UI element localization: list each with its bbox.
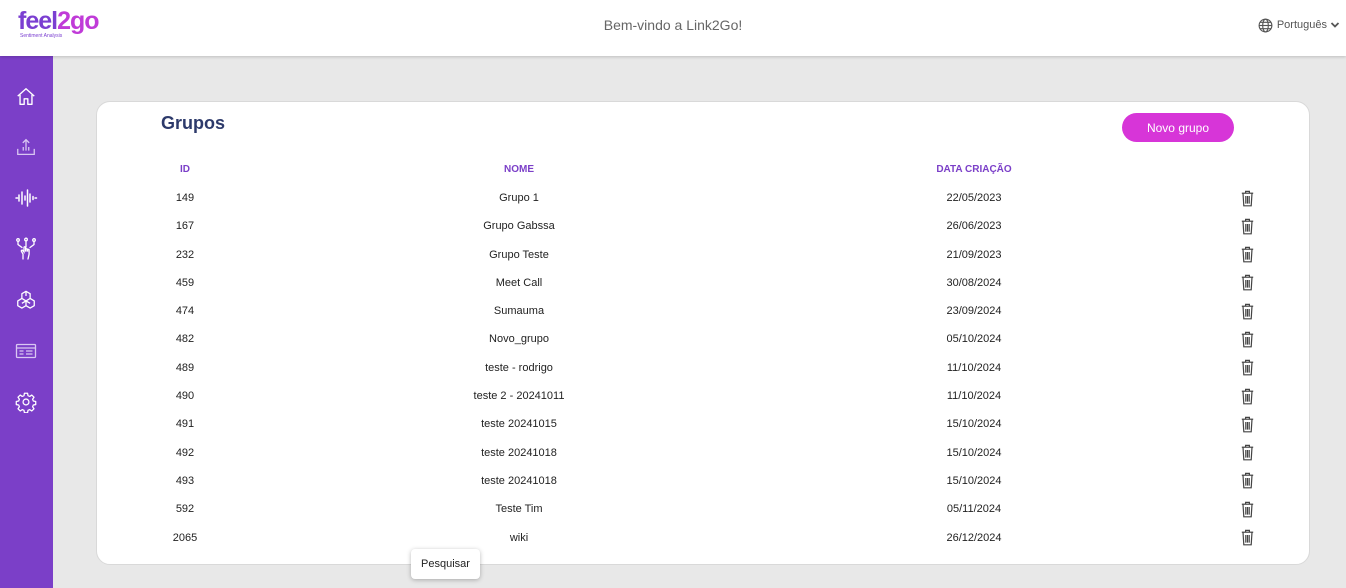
logo-accent: 2go [57,7,99,35]
ai-knot-icon [15,289,37,311]
cell-name: teste 2 - 20241011 [473,390,565,403]
cell-name: Grupo Gabssa [483,220,555,233]
column-header-name[interactable]: NOME [419,164,619,176]
cell-name: Grupo 1 [499,192,539,204]
globe-icon [1258,18,1273,33]
audio-wave-icon [14,187,38,209]
welcome-message: Bem-vindo a Link2Go! [603,17,743,33]
trash-icon[interactable] [1239,387,1255,405]
sidebar-item-audio[interactable] [13,185,39,211]
table-row: 2065 wiki 26/12/2024 [97,524,1309,552]
new-group-button[interactable]: Novo grupo [1122,113,1234,142]
trash-icon[interactable] [1239,444,1255,462]
sidebar-item-hand-network[interactable] [13,236,39,262]
sidebar-item-ai[interactable] [13,287,39,313]
trash-icon[interactable] [1239,246,1255,264]
cell-id: 489 [175,361,195,374]
cell-date: 15/10/2024 [946,418,1002,431]
cell-id: 2065 [172,531,198,544]
cell-name: teste 20241018 [481,474,557,487]
cell-id: 492 [175,446,195,459]
table-row: 149 Grupo 1 22/05/2023 [97,184,1309,212]
table-row: 493 teste 20241018 15/10/2024 [97,467,1309,495]
trash-icon[interactable] [1239,359,1255,377]
language-label: Português [1276,19,1327,31]
home-icon [15,86,37,108]
trash-icon[interactable] [1239,415,1255,433]
cell-id: 232 [175,248,195,261]
cell-id: 490 [175,390,195,403]
sidebar-item-upload[interactable] [13,134,39,160]
cell-name: Meet Call [495,276,543,289]
cell-name: teste 20241015 [481,418,557,431]
cell-id: 459 [175,276,195,289]
table-row: 167 Grupo Gabssa 26/06/2023 [97,212,1309,240]
page-title: Grupos [161,113,226,133]
cell-name: wiki [509,531,529,544]
groups-card: Grupos Novo grupo ID NOME DATA CRIAÇÃO 1… [96,101,1310,565]
cell-id: 474 [175,305,195,318]
cell-id: 167 [175,220,195,233]
feel2go-logo[interactable]: feel2go Sentiment Analysis [18,6,100,46]
table-row: 489 teste - rodrigo 11/10/2024 [97,354,1309,382]
table-row: 592 Teste Tim 05/11/2024 [97,495,1309,523]
hand-network-icon [15,237,37,261]
top-bar: feel2go Sentiment Analysis Bem-vindo a L… [0,0,1346,56]
cell-name: Grupo Teste [489,248,549,261]
cell-id: 482 [175,333,195,346]
chevron-down-icon [1330,20,1340,30]
cell-id: 493 [175,474,195,487]
table-row: 232 Grupo Teste 21/09/2023 [97,241,1309,269]
table-row: 474 Sumauma 23/09/2024 [97,297,1309,325]
gear-icon [15,391,37,413]
cell-date: 05/10/2024 [946,333,1002,346]
groups-table-body: 149 Grupo 1 22/05/2023 167 Grupo Gabssa 26/06… [97,184,1309,552]
cell-name: Novo_grupo [489,333,549,346]
sidebar [0,56,53,588]
cell-id: 149 [175,192,195,204]
cell-date: 15/10/2024 [946,446,1002,459]
trash-icon[interactable] [1239,217,1255,235]
table-row: 491 teste 20241015 15/10/2024 [97,410,1309,438]
cell-name: teste 20241018 [481,446,557,459]
cell-name: Teste Tim [495,503,543,516]
table-row: 492 teste 20241018 15/10/2024 [97,439,1309,467]
trash-icon[interactable] [1239,302,1255,320]
table-row: 490 teste 2 - 20241011 11/10/2024 [97,382,1309,410]
cell-id: 491 [175,418,195,431]
table-row: 459 Meet Call 30/08/2024 [97,269,1309,297]
cell-date: 11/10/2024 [946,390,1002,403]
trash-icon[interactable] [1239,330,1255,348]
sidebar-item-settings[interactable] [13,389,39,415]
column-header-id[interactable]: ID [157,164,213,176]
cell-date: 05/11/2024 [946,503,1002,516]
cell-date: 15/10/2024 [946,474,1002,487]
logo-text: feel [18,7,58,35]
trash-icon[interactable] [1239,529,1255,547]
table-row: 482 Novo_grupo 05/10/2024 [97,325,1309,353]
cell-id: 592 [175,503,195,516]
tooltip-text: Pesquisar [421,558,470,570]
trash-icon[interactable] [1239,472,1255,490]
cell-name: teste - rodrigo [485,361,553,374]
sidebar-item-panel[interactable] [13,338,39,364]
cell-date: 21/09/2023 [946,248,1002,261]
trash-icon[interactable] [1239,500,1255,518]
cell-date: 23/09/2024 [946,305,1002,318]
cell-name: Sumauma [493,305,545,318]
cell-date: 26/12/2024 [946,531,1002,544]
cell-date: 30/08/2024 [946,276,1002,289]
cell-date: 11/10/2024 [946,361,1002,374]
upload-icon [15,136,37,158]
logo-tagline: Sentiment Analysis [20,33,63,39]
sidebar-item-home[interactable] [13,84,39,110]
column-header-date[interactable]: DATA CRIAÇÃO [914,164,1034,176]
cell-date: 22/05/2023 [946,192,1002,204]
trash-icon[interactable] [1239,274,1255,292]
trash-icon[interactable] [1239,189,1255,207]
cell-date: 26/06/2023 [946,220,1002,233]
search-tooltip: Pesquisar [411,549,480,579]
panel-icon [15,342,37,360]
language-selector[interactable]: Português [1258,16,1340,34]
